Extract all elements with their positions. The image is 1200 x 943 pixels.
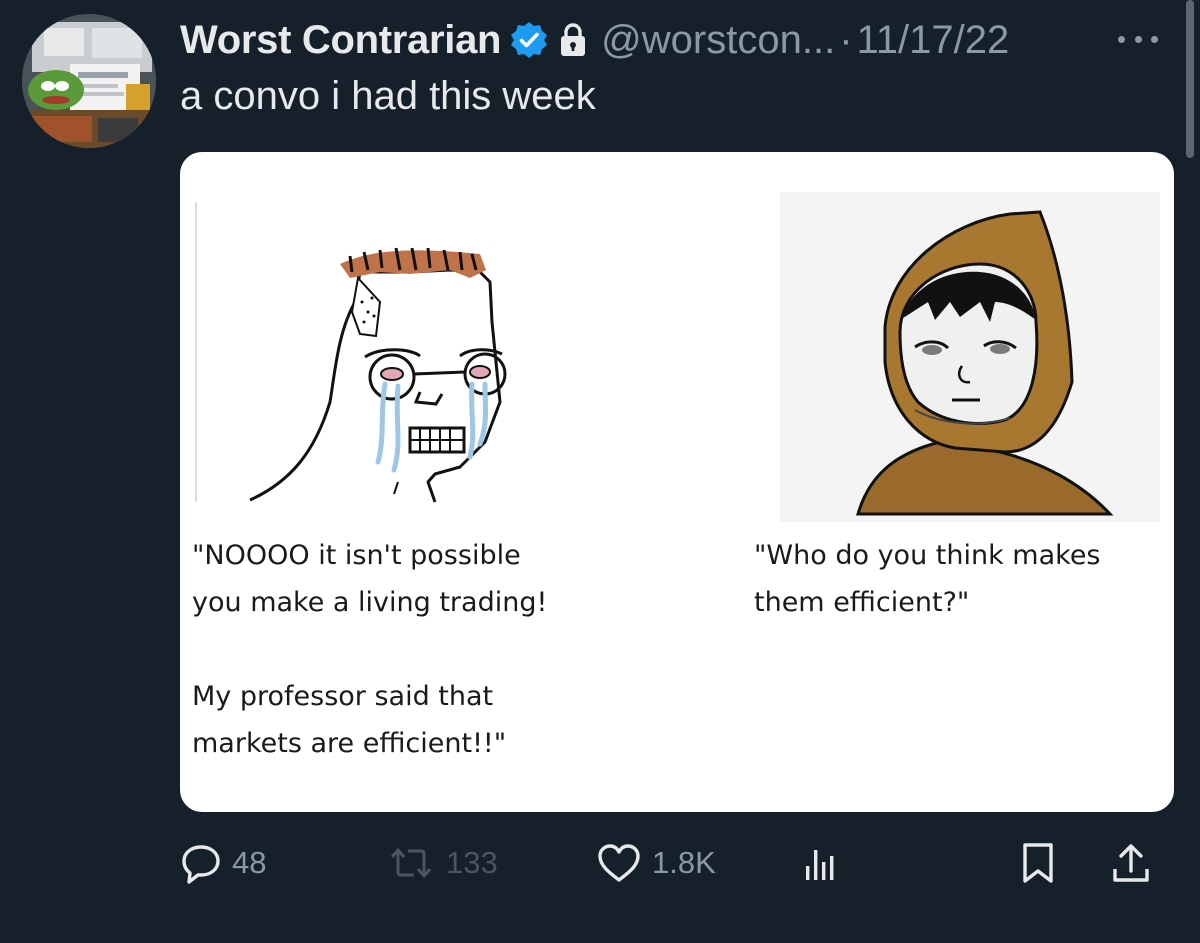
like-count: 1.8K	[652, 845, 716, 880]
tweet-media-image[interactable]: "NOOOO it isn't possible you make a livi…	[180, 152, 1174, 812]
like-button[interactable]: 1.8K	[596, 836, 716, 890]
meme-right-panel: "Who do you think makes them efficient?"	[740, 152, 1174, 812]
verified-badge-icon	[509, 20, 549, 60]
tweet-date[interactable]: 11/17/22	[857, 18, 1010, 63]
retweet-button[interactable]: 133	[386, 836, 498, 890]
reply-count: 48	[232, 845, 267, 880]
share-icon	[1110, 841, 1152, 885]
handle[interactable]: @worstcon...	[601, 18, 835, 63]
lock-icon	[559, 22, 587, 58]
reply-button[interactable]: 48	[180, 836, 266, 890]
bookmark-button[interactable]	[1018, 836, 1058, 890]
hooded-wojak-illustration	[780, 192, 1160, 522]
crying-wojak-illustration	[195, 202, 507, 503]
avatar[interactable]	[22, 14, 156, 148]
tweet-text: a convo i had this week	[180, 74, 596, 118]
meme-left-caption: "NOOOO it isn't possible you make a livi…	[192, 540, 548, 759]
views-icon	[800, 842, 840, 884]
display-name[interactable]: Worst Contrarian	[180, 18, 501, 63]
bookmark-icon	[1018, 841, 1058, 885]
tweet-actions: 48 133 1.8K	[180, 836, 1174, 890]
retweet-icon	[386, 842, 436, 884]
retweet-count: 133	[446, 845, 498, 880]
views-button[interactable]	[800, 836, 840, 890]
meme-right-caption: "Who do you think makes them efficient?"	[754, 540, 1101, 618]
tweet-header: Worst Contrarian @worstcon... · 11/17/22	[180, 12, 1009, 68]
tweet: Worst Contrarian @worstcon... · 11/17/22…	[0, 0, 1200, 943]
share-button[interactable]	[1110, 836, 1152, 890]
more-options-icon[interactable]	[1118, 24, 1158, 54]
heart-icon	[596, 842, 642, 884]
meme-left-panel: "NOOOO it isn't possible you make a livi…	[180, 152, 740, 812]
separator-dot: ·	[839, 17, 853, 62]
reply-icon	[180, 842, 222, 884]
scrollbar[interactable]	[1186, 0, 1194, 158]
